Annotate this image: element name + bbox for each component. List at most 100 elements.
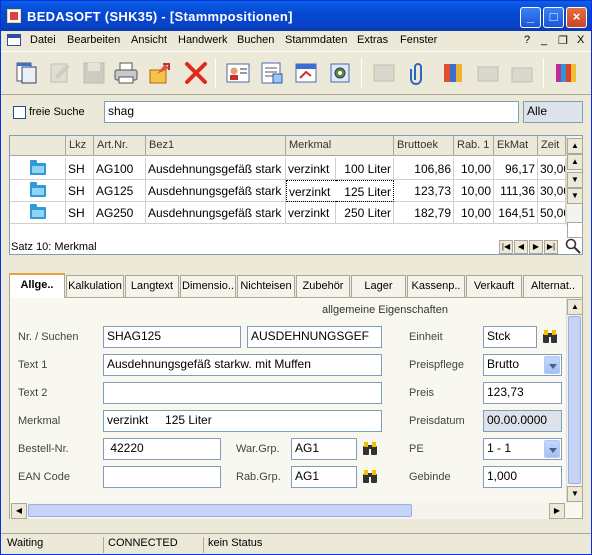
scroll-down-icon[interactable]: ▼ [567,172,583,188]
search-icon[interactable] [565,238,581,254]
table-row[interactable]: SH AG100 Ausdehnungsgefäß stark verzinkt… [10,158,566,180]
tab-dimension[interactable]: Dimensio.. [180,275,236,297]
menu-datei[interactable]: Datei [30,34,56,46]
column-header-ekmat[interactable]: EkMat [494,136,538,156]
menu-extras[interactable]: Extras [357,34,388,46]
delete-icon[interactable] [183,60,209,86]
scroll-up-icon[interactable]: ▲ [567,154,583,170]
cell-merkmal-focused[interactable]: verzinkt [286,180,336,202]
preispflege-select[interactable]: Brutto [483,354,562,376]
pe-select[interactable]: 1 - 1 [483,438,562,460]
scroll-down-icon[interactable]: ▼ [567,486,583,502]
folder-icon[interactable] [509,60,535,86]
child-minimize-button[interactable]: _ [541,34,547,46]
row-selector[interactable] [10,202,66,224]
next-record-icon[interactable]: ▶ [529,240,543,254]
binoculars-icon[interactable] [542,329,558,345]
minimize-button[interactable]: _ [520,7,541,28]
table-row-selected[interactable]: SH AG125 Ausdehnungsgefäß stark verzinkt… [10,180,566,202]
gebinde-field[interactable]: 1,000 [483,466,562,488]
new-document-icon[interactable] [13,60,39,86]
export-icon[interactable] [147,60,173,86]
calendar-icon[interactable] [293,60,319,86]
row-selector[interactable] [10,158,66,180]
tab-alternativ[interactable]: Alternat.. [523,275,583,297]
scroll-top-icon[interactable]: ▲ [567,138,583,154]
menu-ansicht[interactable]: Ansicht [131,34,167,46]
table-row[interactable]: SH AG250 Ausdehnungsgefäß stark verzinkt… [10,202,566,224]
print-icon[interactable] [113,60,139,86]
cell-merkmal-size-focused[interactable]: 125 Liter [336,180,394,202]
column-header-zeit[interactable]: Zeit [538,136,566,156]
einheit-field[interactable]: Stck [483,326,537,348]
rabgrp-field[interactable]: AG1 [291,466,357,488]
menu-buchen[interactable]: Buchen [237,34,274,46]
child-close-button[interactable]: X [577,34,584,46]
settings-icon[interactable] [327,60,353,86]
tab-kalkulation[interactable]: Kalkulation [66,275,124,297]
tab-zubehoer[interactable]: Zubehör [296,275,350,297]
binoculars-icon[interactable] [362,441,378,457]
text2-field[interactable] [103,382,382,404]
preisdatum-field[interactable]: 00.00.0000 [483,410,562,432]
menu-handwerk[interactable]: Handwerk [178,34,228,46]
search-term-field[interactable]: AUSDEHNUNGSGEF [247,326,382,348]
search-input[interactable]: shag [104,101,519,123]
menu-bearbeiten[interactable]: Bearbeiten [67,34,120,46]
folder-icon [30,160,46,175]
help-menu[interactable]: ? [524,34,530,46]
menu-fenster[interactable]: Fenster [400,34,437,46]
last-record-icon[interactable]: ▶| [544,240,558,254]
row-selector[interactable] [10,180,66,202]
scroll-up-icon[interactable]: ▲ [567,299,583,315]
new-record-icon[interactable] [567,222,583,238]
book-icon[interactable] [441,60,467,86]
tab-lager[interactable]: Lager [351,275,406,297]
bestell-nr-field[interactable]: 42220 [103,438,221,460]
column-header-artnr[interactable]: Art.Nr. [94,136,146,156]
panel-vertical-scrollbar[interactable]: ▲ ▼ [566,298,583,503]
tab-verkauft[interactable]: Verkauft [466,275,522,297]
scroll-bottom-icon[interactable]: ▼ [567,188,583,204]
mail-icon[interactable] [475,60,501,86]
text1-field[interactable]: Ausdehnungsgefäß starkw. mit Muffen [103,354,382,376]
column-header-rab1[interactable]: Rab. 1 [454,136,494,156]
save-icon[interactable] [81,60,107,86]
edit-icon[interactable] [47,60,73,86]
panel-scroll-thumb[interactable] [568,316,581,484]
tab-langtext[interactable]: Langtext [125,275,179,297]
scroll-left-icon[interactable]: ◀ [11,503,27,519]
merkmal-field[interactable]: verzinkt 125 Liter [103,410,382,432]
free-search-checkbox[interactable] [13,106,26,119]
menu-stammdaten[interactable]: Stammdaten [285,34,347,46]
tab-kassenpreis[interactable]: Kassenp.. [407,275,465,297]
library-icon[interactable] [553,60,579,86]
ean-field[interactable] [103,466,221,488]
chevron-down-icon[interactable] [544,440,560,458]
first-record-icon[interactable]: |◀ [499,240,513,254]
grid-vertical-scrollbar[interactable]: ▲ ▲ ▼ ▼ [566,136,583,226]
column-header-bez1[interactable]: Bez1 [146,136,286,156]
contact-card-icon[interactable] [225,60,251,86]
close-button[interactable]: × [566,7,587,28]
search-filter-field[interactable]: Alle [523,101,583,123]
attachment-icon[interactable] [405,60,431,86]
column-header-merkmal[interactable]: Merkmal [286,136,394,156]
document-list-icon[interactable] [259,60,285,86]
wargrp-field[interactable]: AG1 [291,438,357,460]
tab-nichteisen[interactable]: Nichteisen [237,275,295,297]
panel-hscroll-thumb[interactable] [28,504,412,517]
chevron-down-icon[interactable] [544,356,560,374]
tab-allgemein[interactable]: Allge.. [9,273,65,298]
panel-horizontal-scrollbar[interactable]: ◀ ▶ [10,503,566,519]
nr-field[interactable]: SHAG125 [103,326,241,348]
scroll-right-icon[interactable]: ▶ [549,503,565,519]
column-header-lkz[interactable]: Lkz [66,136,94,156]
image-icon[interactable] [371,60,397,86]
column-header-bruttoek[interactable]: Bruttoek [394,136,454,156]
child-restore-button[interactable]: ❐ [558,34,568,47]
maximize-button[interactable]: □ [543,7,564,28]
binoculars-icon[interactable] [362,469,378,485]
previous-record-icon[interactable]: ◀ [514,240,528,254]
preis-field[interactable]: 123,73 [483,382,562,404]
